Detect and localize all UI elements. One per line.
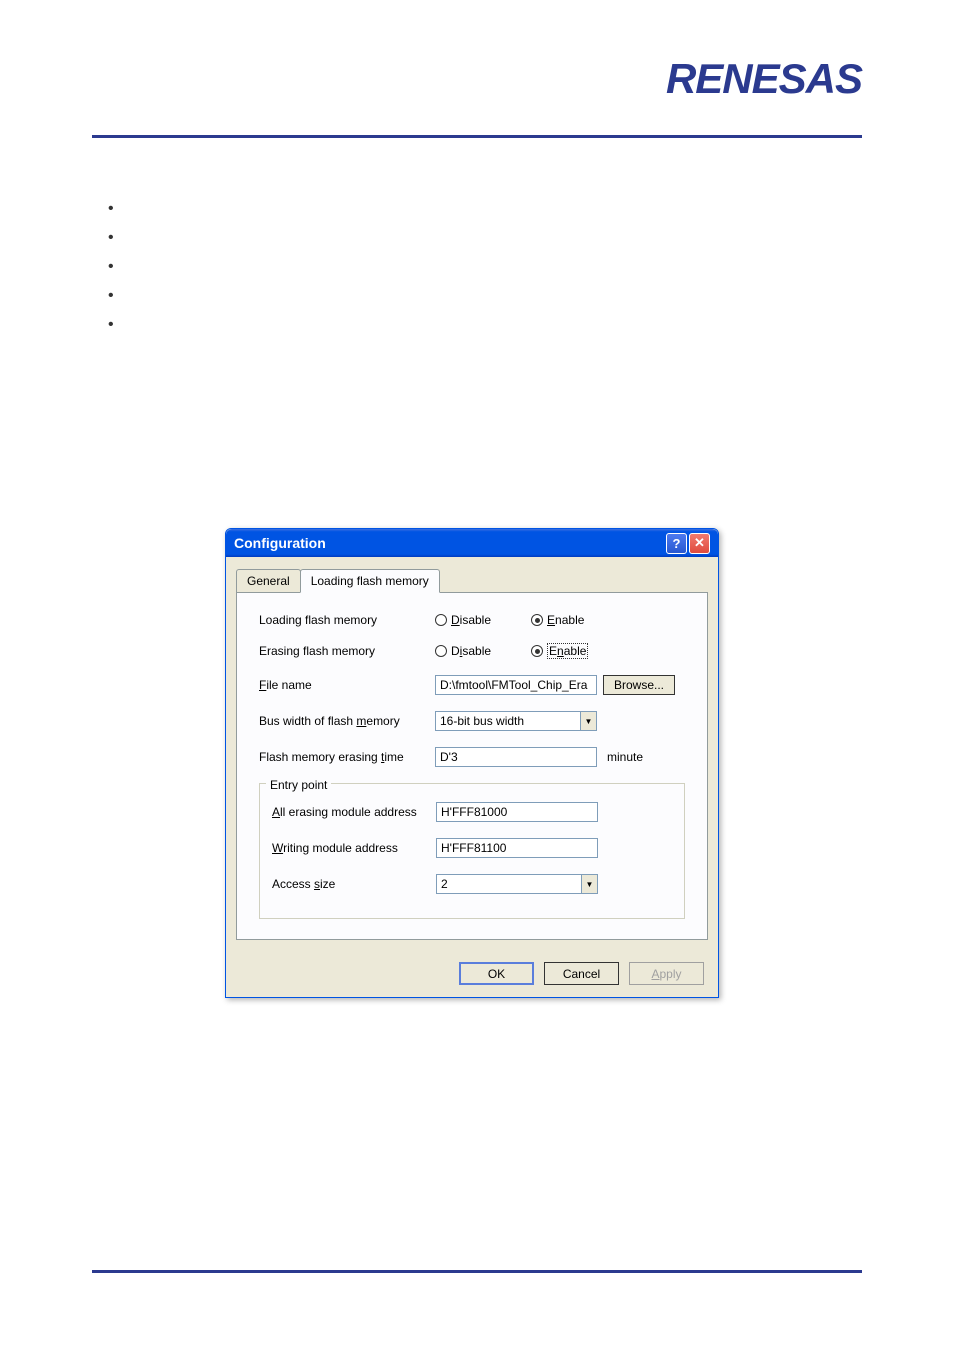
writing-input[interactable] (436, 838, 598, 858)
writing-label: Writing module address (272, 841, 436, 855)
buswidth-label: Bus width of flash memory (259, 714, 435, 728)
titlebar: Configuration ? ✕ (226, 529, 718, 557)
buswidth-value: 16-bit bus width (436, 714, 580, 728)
erasing-enable-radio[interactable]: Enable (531, 643, 588, 659)
apply-button[interactable]: Apply (629, 962, 704, 985)
filename-input[interactable] (435, 675, 597, 695)
erasetime-input[interactable] (435, 747, 597, 767)
footer-divider (92, 1270, 862, 1273)
dialog-title: Configuration (234, 535, 326, 551)
configuration-dialog: Configuration ? ✕ General Loading flash … (225, 528, 719, 998)
erasing-flash-label: Erasing flash memory (259, 644, 435, 658)
allerase-label: All erasing module address (272, 805, 436, 819)
tab-loading-flash[interactable]: Loading flash memory (300, 569, 440, 593)
allerase-input[interactable] (436, 802, 598, 822)
erasing-disable-radio[interactable]: Disable (435, 643, 491, 659)
radio-icon (531, 645, 543, 657)
browse-button[interactable]: Browse... (603, 675, 675, 695)
header-divider (92, 135, 862, 138)
erasetime-unit: minute (607, 750, 643, 764)
list-item (108, 258, 132, 273)
list-item (108, 316, 132, 331)
cancel-button[interactable]: Cancel (544, 962, 619, 985)
erasetime-label: Flash memory erasing time (259, 750, 435, 764)
help-button[interactable]: ? (666, 533, 687, 554)
filename-label: File name (259, 678, 435, 692)
entry-point-group: Entry point All erasing module address W… (259, 783, 685, 919)
tab-general[interactable]: General (236, 569, 301, 592)
access-size-select[interactable]: 2 ▼ (436, 874, 598, 894)
bullet-list (108, 200, 132, 345)
access-size-value: 2 (437, 877, 581, 891)
radio-icon (435, 645, 447, 657)
loading-flash-label: Loading flash memory (259, 613, 435, 627)
chevron-down-icon: ▼ (581, 875, 597, 893)
radio-icon (531, 614, 543, 626)
ok-button[interactable]: OK (459, 962, 534, 985)
tab-strip: General Loading flash memory (236, 569, 708, 593)
list-item (108, 200, 132, 215)
entry-point-legend: Entry point (266, 778, 331, 792)
buswidth-select[interactable]: 16-bit bus width ▼ (435, 711, 597, 731)
access-size-label: Access size (272, 877, 436, 891)
radio-icon (435, 614, 447, 626)
chevron-down-icon: ▼ (580, 712, 596, 730)
list-item (108, 229, 132, 244)
loading-enable-radio[interactable]: Enable (531, 613, 584, 627)
tab-panel: Loading flash memory Disable Enable Eras… (236, 593, 708, 940)
renesas-logo: RENESAS (666, 55, 862, 103)
close-button[interactable]: ✕ (689, 533, 710, 554)
loading-disable-radio[interactable]: Disable (435, 613, 491, 627)
list-item (108, 287, 132, 302)
